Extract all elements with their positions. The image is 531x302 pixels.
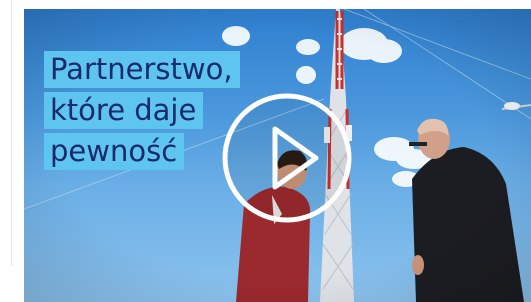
video-thumbnail[interactable]: Partnerstwo, które daje pewność <box>24 9 531 302</box>
play-button[interactable] <box>220 91 354 225</box>
divider <box>11 0 12 266</box>
headline-line-2: które daje <box>44 92 204 129</box>
play-icon <box>222 93 352 223</box>
video-headline: Partnerstwo, które daje pewność <box>44 49 240 172</box>
headline-line-3: pewność <box>44 133 185 170</box>
headline-line-1: Partnerstwo, <box>44 51 240 88</box>
page: Partnerstwo, które daje pewność <box>0 0 531 302</box>
